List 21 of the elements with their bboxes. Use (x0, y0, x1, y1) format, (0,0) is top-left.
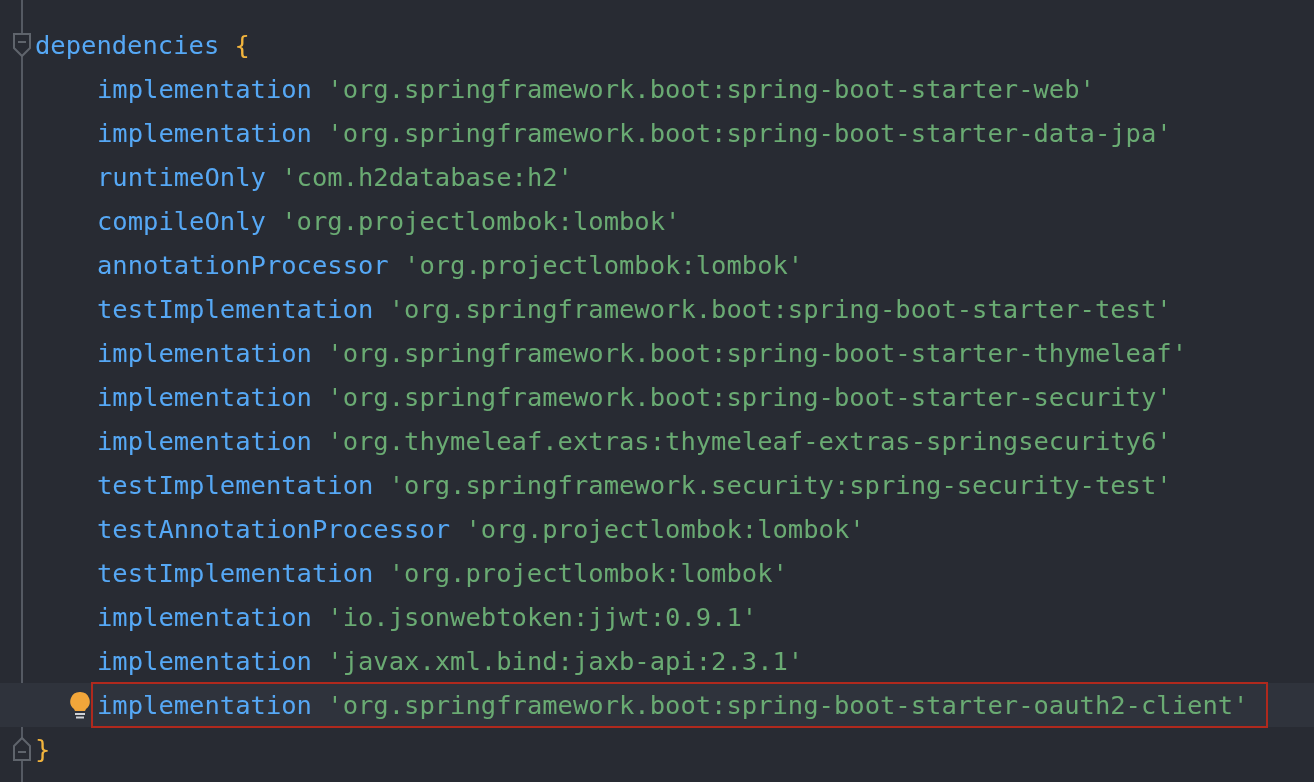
code-line: testImplementation 'org.springframework.boot:spring-boot-starter-test' (96, 293, 1173, 326)
code-line: implementation 'org.springframework.boot:spring-boot-starter-web' (96, 73, 1096, 106)
code-line: implementation 'org.thymeleaf.extras:thymeleaf-extras-springsecurity6' (96, 425, 1173, 458)
code-line: compileOnly 'org.projectlombok:lombok' (96, 205, 682, 238)
code-brace: } (35, 734, 51, 764)
code-line: implementation 'javax.xml.bind:jaxb-api:2.3.1' (96, 645, 805, 678)
fold-icon[interactable] (12, 32, 32, 58)
code-line: annotationProcessor 'org.projectlombok:lombok' (96, 249, 805, 282)
code-line: testImplementation 'org.springframework.security:spring-security-test' (96, 469, 1173, 502)
lightbulb-icon[interactable] (69, 691, 91, 719)
code-line: testImplementation 'org.projectlombok:lombok' (96, 557, 789, 590)
code-line: implementation 'org.springframework.boot:spring-boot-starter-security' (96, 381, 1173, 414)
code-line: implementation 'io.jsonwebtoken:jjwt:0.9.1' (96, 601, 759, 634)
highlight-box: implementation 'org.springframework.boot:spring-boot-starter-oauth2-client' (91, 682, 1269, 728)
code-line: testAnnotationProcessor 'org.projectlombok:lombok' (96, 513, 866, 546)
code-keyword: dependencies (35, 30, 220, 60)
code-line: implementation 'org.springframework.boot:spring-boot-starter-thymeleaf' (96, 337, 1189, 370)
code-line: implementation 'org.springframework.boot:spring-boot-starter-data-jpa' (96, 117, 1173, 150)
code-line: runtimeOnly 'com.h2database:h2' (96, 161, 574, 194)
code-brace: { (234, 30, 250, 60)
fold-icon[interactable] (12, 736, 32, 762)
